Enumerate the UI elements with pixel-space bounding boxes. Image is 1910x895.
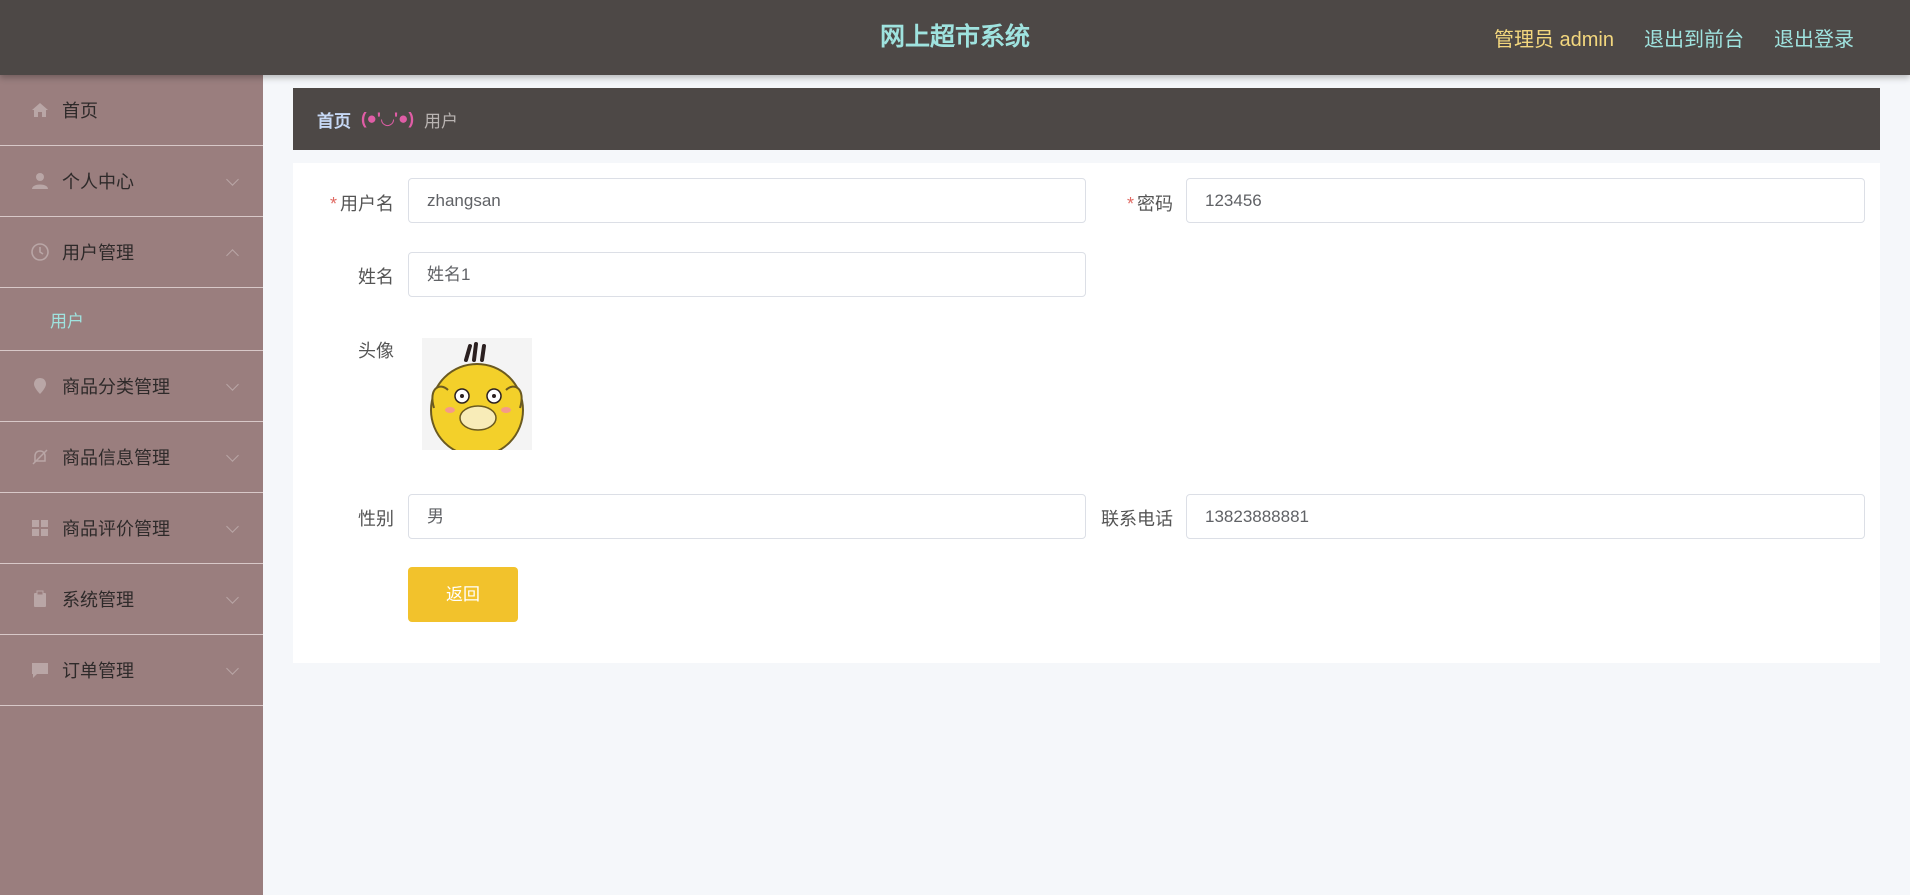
name-field[interactable]: 姓名1	[408, 252, 1086, 297]
breadcrumb: 首页 (●'◡'●) 用户	[293, 88, 1880, 150]
username-field[interactable]: zhangsan	[408, 178, 1086, 223]
password-field[interactable]: 123456	[1186, 178, 1865, 223]
sidebar-item-label: 用户管理	[62, 243, 134, 263]
sidebar-subitem-user[interactable]: 用户	[0, 288, 263, 351]
top-header: 网上超市系统 管理员 admin 退出到前台 退出登录	[0, 0, 1910, 75]
breadcrumb-separator: (●'◡'●)	[361, 109, 415, 128]
avatar-image	[422, 338, 532, 450]
sidebar-item-user-management[interactable]: 用户管理	[0, 217, 263, 288]
breadcrumb-current: 用户	[424, 111, 459, 131]
sidebar-item-personal-center[interactable]: 个人中心	[0, 146, 263, 217]
chevron-down-icon	[226, 591, 239, 604]
phone-field[interactable]: 13823888881	[1186, 494, 1865, 539]
no-bell-icon	[30, 447, 50, 467]
required-asterisk: *	[1126, 194, 1134, 214]
gender-field[interactable]: 男	[408, 494, 1086, 539]
back-button[interactable]: 返回	[408, 567, 518, 622]
sidebar-item-home[interactable]: 首页	[0, 75, 263, 146]
avatar-label: 头像	[358, 341, 394, 361]
chevron-down-icon	[226, 662, 239, 675]
sidebar-item-category-management[interactable]: 商品分类管理	[0, 351, 263, 422]
back-to-frontend-link[interactable]: 退出到前台	[1644, 23, 1744, 52]
location-pin-icon	[30, 376, 50, 396]
gender-label: 性别	[358, 509, 394, 529]
clock-icon	[30, 242, 50, 262]
grid-icon	[30, 518, 50, 538]
name-label: 姓名	[358, 267, 394, 287]
sidebar-item-label: 首页	[62, 101, 98, 121]
logout-link[interactable]: 退出登录	[1774, 23, 1854, 52]
sidebar-item-label: 个人中心	[62, 172, 134, 192]
user-icon	[30, 171, 50, 191]
password-label: * 密码	[1063, 190, 1173, 216]
phone-label: 联系电话	[1101, 509, 1173, 529]
header-actions: 管理员 admin 退出到前台 退出登录	[1494, 0, 1854, 75]
sidebar-item-label: 订单管理	[62, 661, 134, 681]
chevron-down-icon	[226, 449, 239, 462]
sidebar-item-label: 系统管理	[62, 590, 134, 610]
required-asterisk: *	[329, 194, 337, 214]
chevron-down-icon	[226, 520, 239, 533]
sidebar-item-product-info-management[interactable]: 商品信息管理	[0, 422, 263, 493]
message-icon	[30, 660, 50, 680]
breadcrumb-home[interactable]: 首页	[317, 107, 351, 132]
admin-label: 管理员 admin	[1493, 29, 1614, 51]
password-label-text: 密码	[1137, 194, 1173, 214]
chevron-down-icon	[226, 378, 239, 391]
sidebar: 首页 个人中心 用户管理 用户 商品分类管理 商品信息管理 商品评价管理 系统管…	[0, 75, 263, 895]
chevron-up-icon	[226, 249, 239, 262]
sidebar-item-label: 商品分类管理	[62, 377, 170, 397]
username-label: * 用户名	[284, 190, 394, 216]
clipboard-icon	[30, 589, 50, 609]
sidebar-item-product-review-management[interactable]: 商品评价管理	[0, 493, 263, 564]
username-label-text: 用户名	[340, 194, 394, 214]
chevron-down-icon	[226, 173, 239, 186]
sidebar-item-system-management[interactable]: 系统管理	[0, 564, 263, 635]
sidebar-item-label: 商品评价管理	[62, 519, 170, 539]
home-icon	[30, 100, 50, 120]
sidebar-item-order-management[interactable]: 订单管理	[0, 635, 263, 706]
sidebar-item-label: 商品信息管理	[62, 448, 170, 468]
